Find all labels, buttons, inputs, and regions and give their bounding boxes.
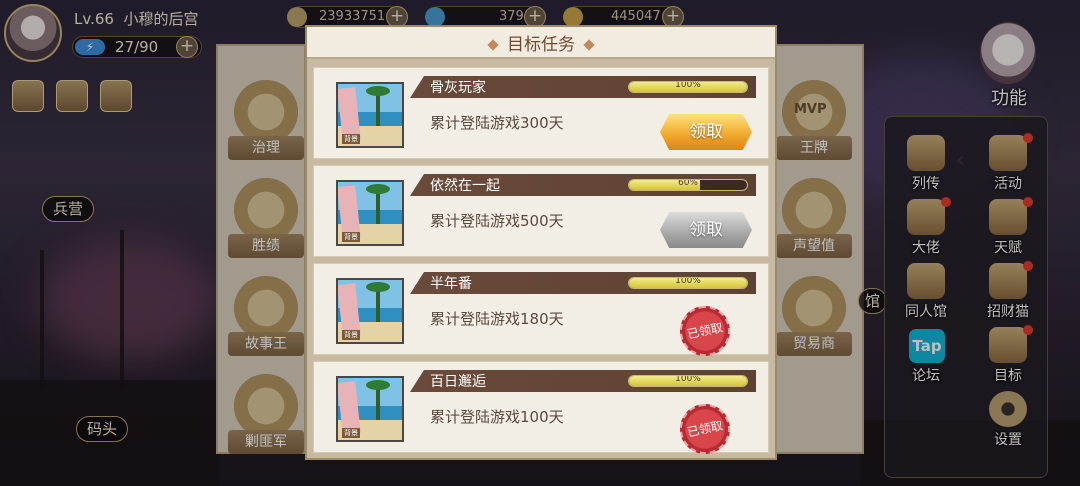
task-card: 背景 百日邂逅 100% 累计登陆游戏100天 已领取 (313, 361, 769, 458)
task-card: 背景 骨灰玩家 100% 累计登陆游戏300天 领取 (313, 67, 769, 159)
reward-thumbnail[interactable]: 背景 (336, 82, 404, 148)
task-description: 累计登陆游戏180天 (430, 310, 564, 328)
dialog-header: 目标任务 (307, 27, 775, 59)
target-task-dialog: 目标任务 背景 骨灰玩家 100% 累计登陆游戏300天 领取 背景 依然在一起 60% 累计登… (305, 25, 777, 460)
task-name: 百日邂逅 (430, 374, 486, 390)
diamond-icon (583, 39, 595, 51)
thumb-tag: 背景 (342, 330, 360, 340)
palm-leaves (366, 86, 390, 96)
progress-text: 100% (675, 277, 701, 286)
thumb-tag: 背景 (342, 134, 360, 144)
task-name: 半年番 (430, 276, 472, 292)
task-card: 背景 依然在一起 60% 累计登陆游戏500天 领取 (313, 165, 769, 257)
progress-bar: 100% (628, 81, 748, 93)
dialog-title: 目标任务 (307, 30, 775, 55)
claimed-stamp: 已领取 (675, 399, 735, 458)
task-name: 骨灰玩家 (430, 80, 486, 96)
claimed-stamp: 已领取 (675, 301, 735, 361)
task-description: 累计登陆游戏100天 (430, 408, 564, 426)
thumb-tag: 背景 (342, 232, 360, 242)
progress-bar: 60% (628, 179, 748, 191)
palm-leaves (366, 380, 390, 390)
progress-text: 100% (675, 375, 701, 384)
task-description: 累计登陆游戏500天 (430, 212, 564, 230)
palm-leaves (366, 184, 390, 194)
task-name: 依然在一起 (430, 178, 500, 194)
progress-text: 100% (675, 81, 701, 90)
reward-thumbnail[interactable]: 背景 (336, 180, 404, 246)
task-card: 背景 半年番 100% 累计登陆游戏180天 已领取 (313, 263, 769, 361)
task-list[interactable]: 背景 骨灰玩家 100% 累计登陆游戏300天 领取 背景 依然在一起 60% 累计登陆游戏50… (313, 61, 769, 458)
thumb-tag: 背景 (342, 428, 360, 438)
claim-button[interactable]: 领取 (660, 114, 752, 150)
reward-thumbnail[interactable]: 背景 (336, 376, 404, 442)
palm-leaves (366, 282, 390, 292)
progress-text: 60% (677, 179, 698, 188)
progress-bar: 100% (628, 375, 748, 387)
diamond-icon (487, 39, 499, 51)
progress-bar: 100% (628, 277, 748, 289)
claim-button[interactable]: 领取 (660, 212, 752, 248)
reward-thumbnail[interactable]: 背景 (336, 278, 404, 344)
task-description: 累计登陆游戏300天 (430, 114, 564, 132)
